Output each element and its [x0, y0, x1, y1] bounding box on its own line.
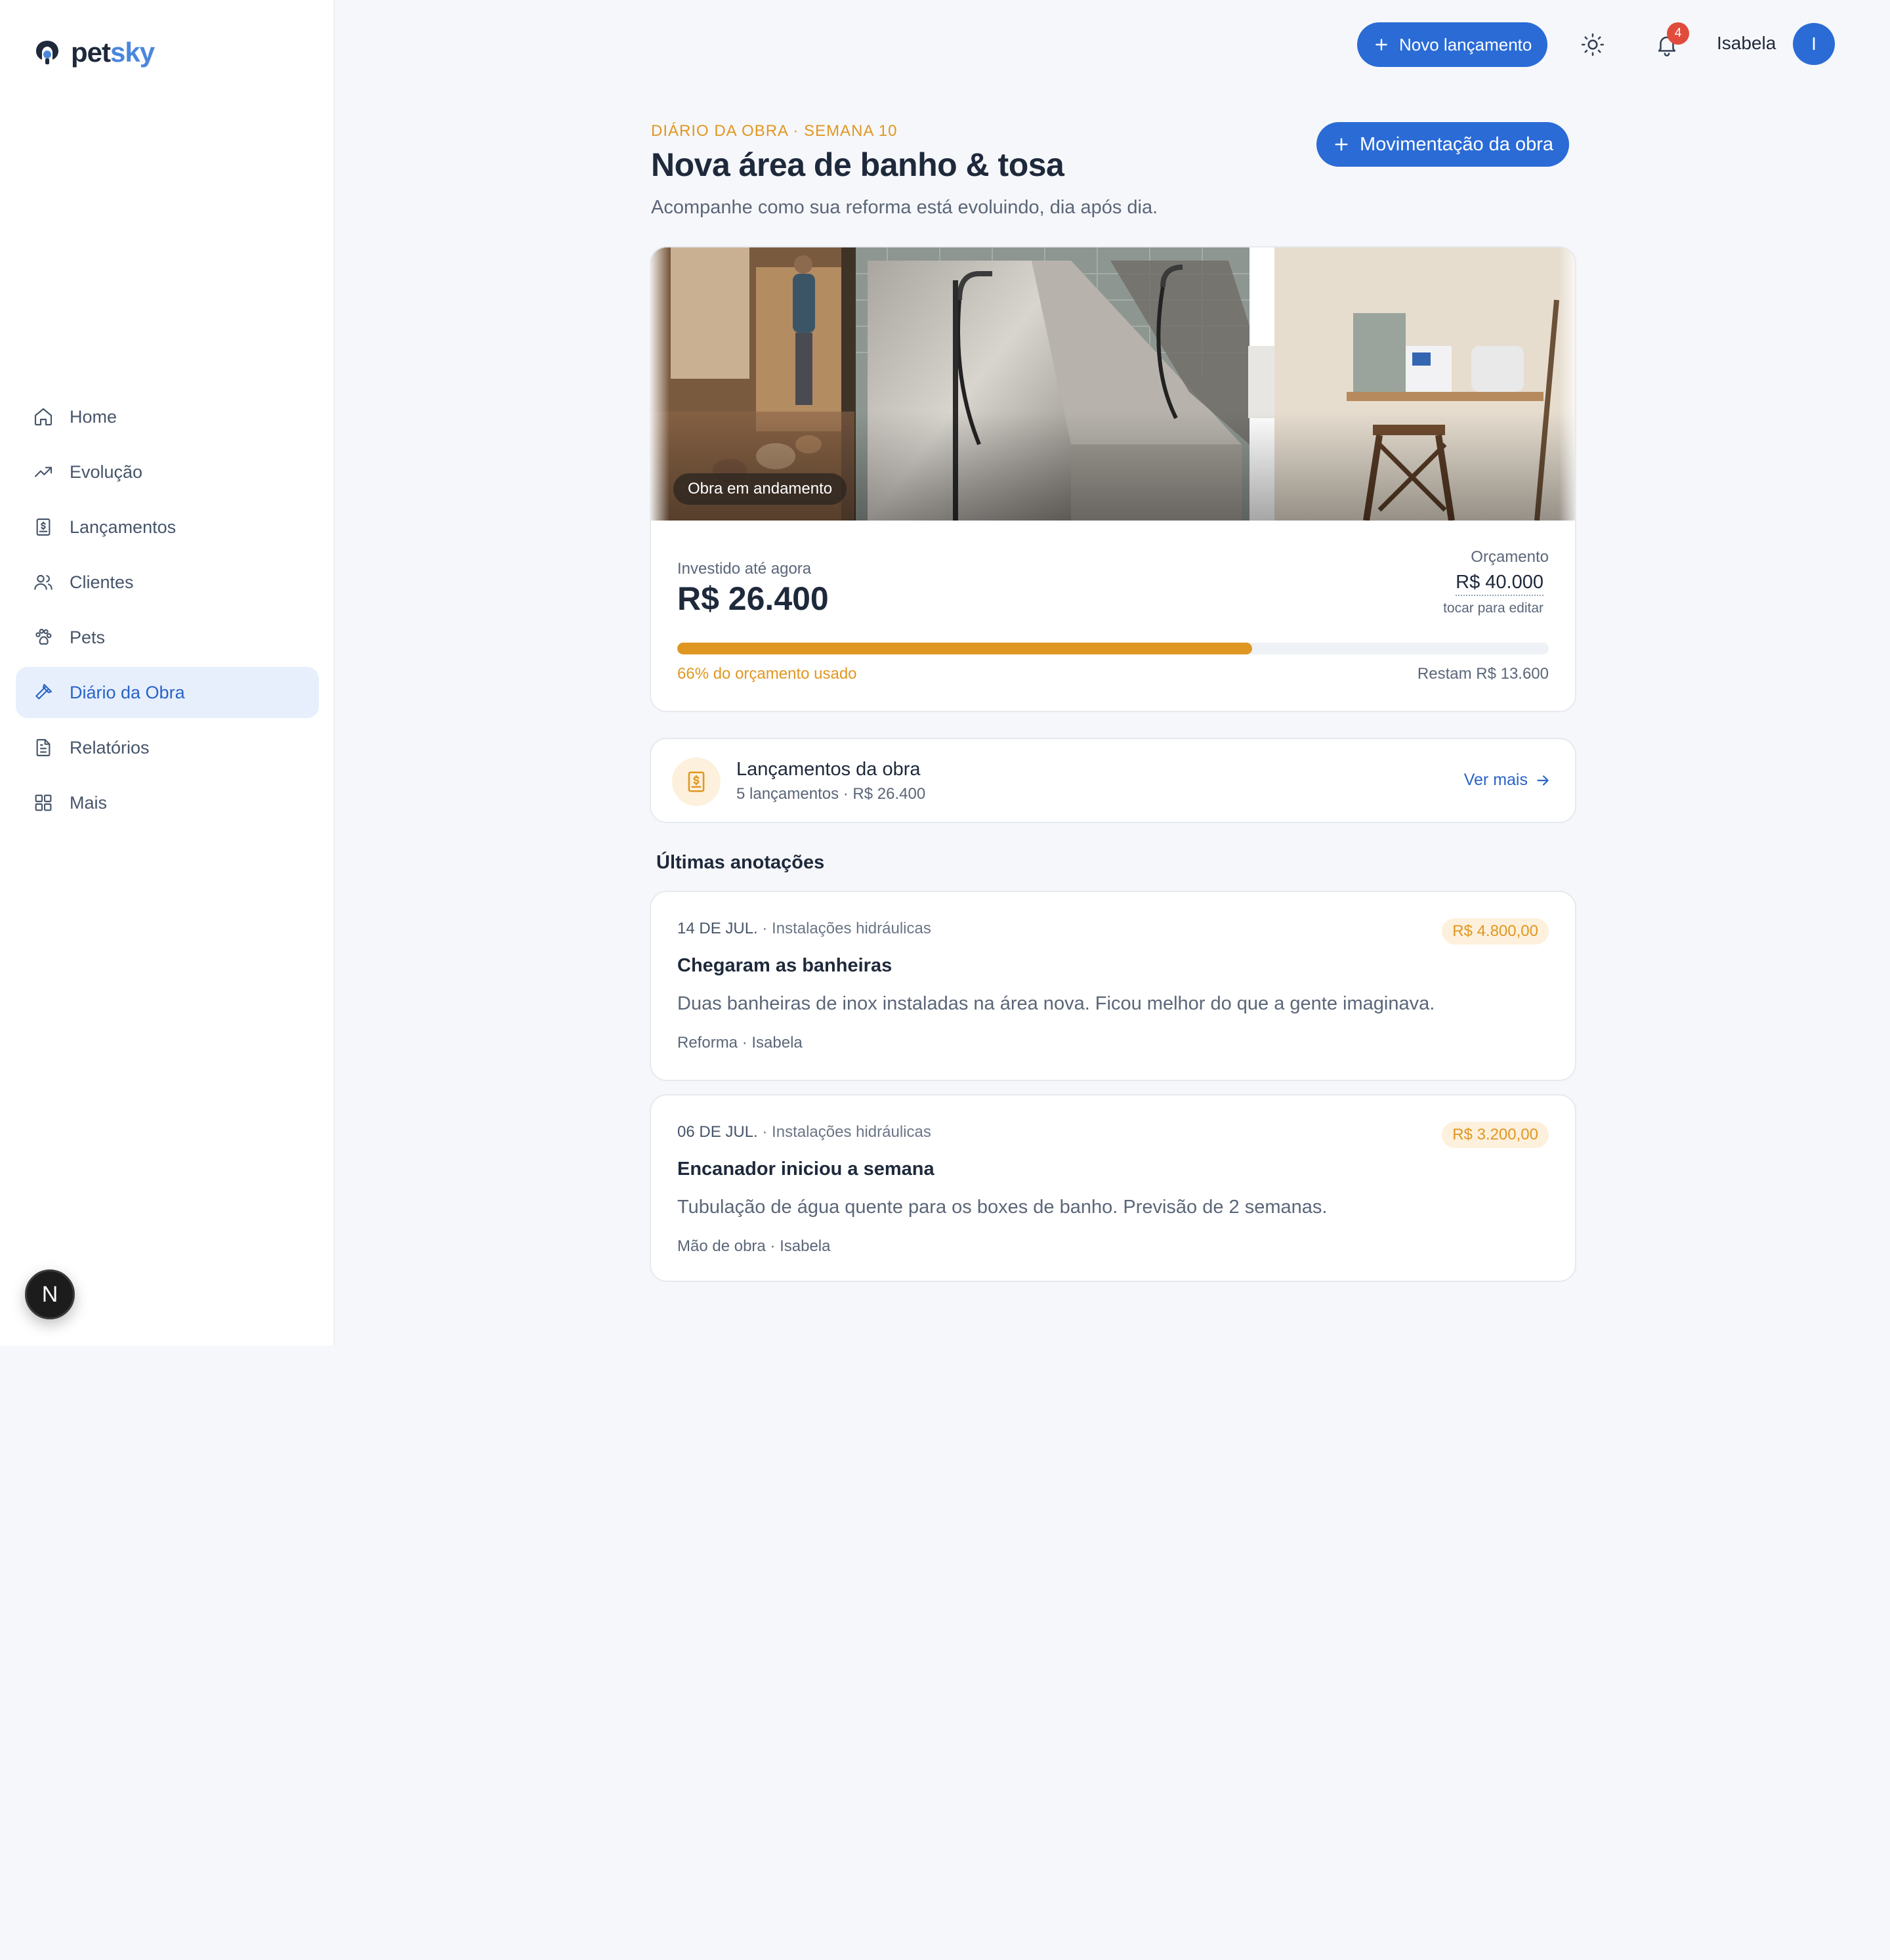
- budget-remaining-label: Restam R$ 13.600: [1417, 665, 1549, 683]
- note-meta: Reforma · Isabela: [677, 1034, 803, 1052]
- note-category: · Instalações hidráulicas: [757, 920, 931, 937]
- sidebar-nav: Home Evolução Lançamentos Clientes Pets …: [16, 391, 319, 832]
- sidebar-item-label: Relatórios: [70, 737, 150, 757]
- sidebar: petsky Home Evolução Lançamentos Cliente…: [0, 0, 335, 1346]
- receipt-icon: [36, 518, 51, 536]
- sidebar-item-label: Pets: [70, 627, 106, 647]
- page-eyebrow: DIÁRIO DA OBRA · SEMANA 10: [651, 122, 898, 140]
- user-name[interactable]: Isabela: [1717, 33, 1776, 54]
- budget-progress-bar: [677, 643, 1549, 654]
- note-body: Duas banheiras de inox instaladas na áre…: [677, 993, 1435, 1014]
- invested-value: R$ 26.400: [677, 580, 829, 617]
- entries-card-title: Lançamentos da obra: [736, 759, 921, 780]
- project-movement-button[interactable]: Movimentação da obra: [1316, 122, 1569, 167]
- sidebar-item-label: Mais: [70, 792, 108, 813]
- sidebar-item-relatorios[interactable]: Relatórios: [16, 722, 319, 773]
- note-meta: Mão de obra · Isabela: [677, 1237, 831, 1255]
- note-body: Tubulação de água quente para os boxes d…: [677, 1197, 1328, 1218]
- entries-card-summary: 5 lançamentos · R$ 26.400: [736, 785, 926, 803]
- home-icon: [34, 408, 52, 426]
- grid-icon: [35, 794, 52, 811]
- note-title: Chegaram as banheiras: [677, 955, 892, 976]
- sidebar-item-home[interactable]: Home: [16, 391, 319, 442]
- note-date: 14 DE JUL. · Instalações hidráulicas: [677, 920, 931, 937]
- plus-icon: [1376, 39, 1387, 51]
- dev-tools-button[interactable]: N: [25, 1269, 75, 1319]
- notifications-button[interactable]: 4: [1647, 22, 1689, 64]
- sidebar-item-label: Home: [70, 406, 117, 427]
- sidebar-item-label: Diário da Obra: [70, 682, 185, 702]
- note-category: · Instalações hidráulicas: [757, 1123, 931, 1141]
- project-movement-label: Movimentação da obra: [1360, 133, 1553, 155]
- page-title: Nova área de banho & tosa: [651, 146, 1064, 183]
- note-card[interactable]: 14 DE JUL. · Instalações hidráulicas R$ …: [650, 891, 1576, 1081]
- document-icon: [36, 738, 51, 757]
- sidebar-item-label: Evolução: [70, 461, 143, 482]
- sidebar-item-clientes[interactable]: Clientes: [16, 557, 319, 608]
- status-badge: Obra em andamento: [673, 473, 847, 505]
- budget-edit-hint: tocar para editar: [1443, 601, 1544, 616]
- latest-notes-heading: Últimas anotações: [656, 852, 825, 873]
- project-entries-card[interactable]: Lançamentos da obra 5 lançamentos · R$ 2…: [650, 738, 1576, 823]
- budget-value[interactable]: R$ 40.000: [1456, 572, 1544, 596]
- sidebar-item-mais[interactable]: Mais: [16, 777, 319, 828]
- theme-toggle-button[interactable]: [1573, 25, 1612, 64]
- avatar[interactable]: I: [1793, 23, 1835, 65]
- note-card[interactable]: 06 DE JUL. · Instalações hidráulicas R$ …: [650, 1094, 1576, 1282]
- notification-count-badge: 4: [1667, 22, 1689, 45]
- budget-used-label: 66% do orçamento usado: [677, 665, 857, 683]
- plus-icon: [1335, 138, 1348, 151]
- sidebar-item-evolucao[interactable]: Evolução: [16, 446, 319, 498]
- budget-label: Orçamento: [1471, 548, 1549, 566]
- sidebar-item-pets[interactable]: Pets: [16, 612, 319, 663]
- sun-icon: [1581, 33, 1605, 56]
- receipt-icon: [672, 757, 721, 806]
- budget-progress-fill: [677, 643, 1253, 654]
- brand-logo[interactable]: petsky: [33, 37, 155, 68]
- see-more-link[interactable]: Ver mais: [1464, 771, 1551, 790]
- note-amount-badge: R$ 4.800,00: [1442, 918, 1549, 945]
- note-title: Encanador iniciou a semana: [677, 1159, 934, 1180]
- arrow-right-icon: [1537, 775, 1549, 786]
- note-amount-badge: R$ 3.200,00: [1442, 1122, 1549, 1148]
- hammer-icon: [35, 683, 52, 700]
- budget-card: Obra em andamento Investido até agora R$…: [650, 246, 1576, 712]
- new-entry-button[interactable]: Novo lançamento: [1357, 22, 1548, 67]
- trending-up-icon: [34, 467, 52, 477]
- page-subtitle: Acompanhe como sua reforma está evoluind…: [651, 197, 1158, 218]
- paw-icon: [35, 628, 52, 645]
- logo-icon: [36, 41, 58, 64]
- brand-name: petsky: [71, 37, 155, 68]
- invested-label: Investido até agora: [677, 560, 812, 578]
- sidebar-item-diario-da-obra[interactable]: Diário da Obra: [16, 667, 319, 718]
- sidebar-item-label: Lançamentos: [70, 517, 177, 537]
- note-date: 06 DE JUL. · Instalações hidráulicas: [677, 1123, 931, 1141]
- sidebar-item-label: Clientes: [70, 572, 134, 592]
- sidebar-item-lancamentos[interactable]: Lançamentos: [16, 501, 319, 553]
- new-entry-label: Novo lançamento: [1399, 34, 1532, 54]
- users-icon: [34, 574, 52, 590]
